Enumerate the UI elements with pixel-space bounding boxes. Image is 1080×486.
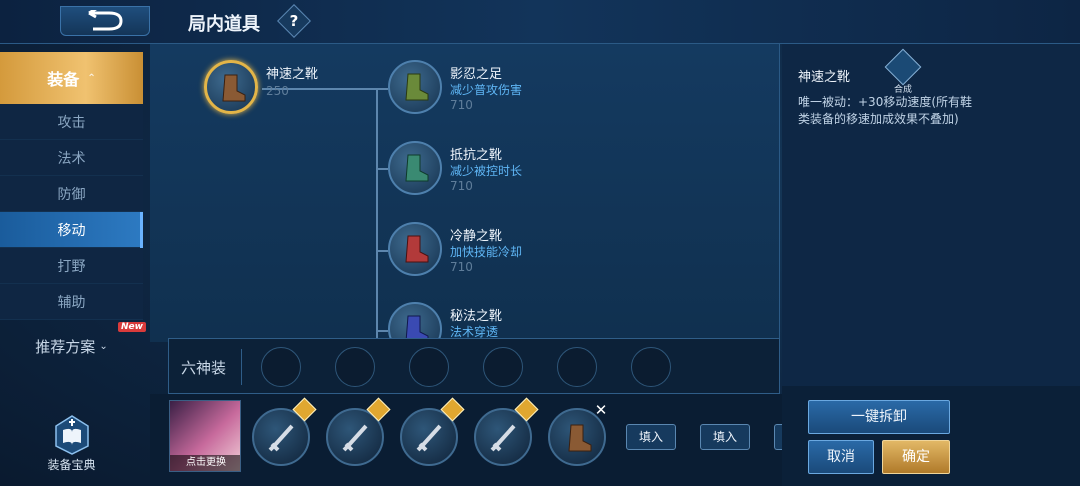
sword-icon [342,424,368,452]
hero-portrait[interactable]: 点击更换 [169,400,241,472]
header-bar: 局内道具 ? [0,0,1080,44]
book-icon [54,415,89,455]
item-price: 250 [266,84,289,98]
six-god-label: 六神装 [181,359,227,377]
six-god-bar: 六神装 [168,338,780,394]
tree-connector [376,168,388,170]
six-god-slot[interactable] [335,347,375,387]
resistance-boots-icon [405,154,429,182]
six-god-slot[interactable] [631,347,671,387]
six-god-slot[interactable] [557,347,597,387]
item-desc: 减少被控时长 [450,164,523,178]
item-name: 秘法之靴 [450,309,503,324]
swift-boots-icon [568,424,592,452]
item-name: 神速之靴 [266,67,319,82]
sidebar-category-label: 装备 [47,70,80,89]
sidebar-item-label: 法术 [57,150,86,167]
tree-connector [376,250,388,252]
back-icon [88,10,123,31]
divider [241,349,242,385]
item-name: 冷静之靴 [450,229,503,244]
sidebar-item-jungle[interactable]: 打野 [0,248,143,284]
sidebar-item-label: 防御 [57,186,86,203]
item-slot [204,60,258,114]
crossed-swords-icon [884,48,922,86]
equipment-book-button[interactable]: 装备宝典 [0,412,143,478]
sidebar-item-support[interactable]: 辅助 [0,284,143,320]
tree-connector [376,88,388,90]
item-desc: 加快技能冷却 [450,245,523,259]
sidebar-item-label: 移动 [57,222,86,239]
sidebar-item-label: 辅助 [57,294,86,311]
ninja-boots-icon [405,73,429,101]
six-god-slot[interactable] [483,347,523,387]
loadout-bar [150,394,782,486]
remove-icon[interactable]: ✕ [592,401,610,419]
item-price: 710 [450,179,473,193]
chevron-up-icon: ⌃ [87,72,96,84]
item-desc: 减少普攻伤害 [450,83,523,97]
item-slot [388,60,442,114]
calm-boots-icon [405,235,429,263]
synthesize-button[interactable]: 合成 [884,48,922,98]
book-label: 装备宝典 [47,458,96,472]
sidebar-category-equipment[interactable]: 装备 ⌃ [0,52,143,104]
sword-icon [490,424,516,452]
six-god-slot[interactable] [409,347,449,387]
recommend-plan-button[interactable]: 推荐方案 ⌄ [0,324,143,368]
help-icon: ? [289,12,299,30]
sidebar-item-label: 攻击 [57,114,86,131]
chevron-down-icon: ⌄ [99,340,108,352]
help-button[interactable]: ? [277,4,311,38]
sidebar-item-label: 打野 [57,258,86,275]
item-detail-panel: 神速之靴 合成 唯一被动：+30移动速度(所有鞋类装备的移速加成效果不叠加) [782,44,1080,386]
fill-in-button[interactable]: 填入 [626,424,676,450]
confirm-button[interactable]: 确定 [882,440,950,474]
sidebar-item-movement[interactable]: 移动 [0,212,143,248]
item-name: 影忍之足 [450,67,503,82]
page-title: 局内道具 [188,14,260,35]
tree-connector [376,330,388,332]
sidebar: 装备 ⌃ 攻击 法术 防御 移动 打野 辅助 New 推荐方案 ⌄ 装备宝典 [0,52,146,486]
detail-description: 唯一被动：+30移动速度(所有鞋类装备的移速加成效果不叠加) [798,95,973,126]
unequip-all-button[interactable]: 一键拆卸 [808,400,950,434]
sword-icon [416,424,442,452]
cancel-button[interactable]: 取消 [808,440,874,474]
sidebar-item-defense[interactable]: 防御 [0,176,143,212]
item-slot [388,141,442,195]
six-god-slot[interactable] [261,347,301,387]
sidebar-item-attack[interactable]: 攻击 [0,104,143,140]
sidebar-item-magic[interactable]: 法术 [0,140,143,176]
back-button[interactable] [60,6,150,36]
item-slot [388,222,442,276]
item-name: 抵抗之靴 [450,148,503,163]
item-price: 710 [450,260,473,274]
recommend-label: 推荐方案 [35,337,96,356]
sword-icon [268,424,294,452]
detail-item-name: 神速之靴 [798,70,851,85]
item-price: 710 [450,98,473,112]
app-root: 局内道具 ? 装备 ⌃ 攻击 法术 防御 移动 打野 辅助 New 推荐方案 ⌄… [0,0,1080,486]
swift-boots-icon [222,74,246,102]
fill-in-button[interactable]: 填入 [700,424,750,450]
fill-in-button-partial[interactable] [774,424,782,450]
change-hero-label: 点击更换 [170,455,240,471]
